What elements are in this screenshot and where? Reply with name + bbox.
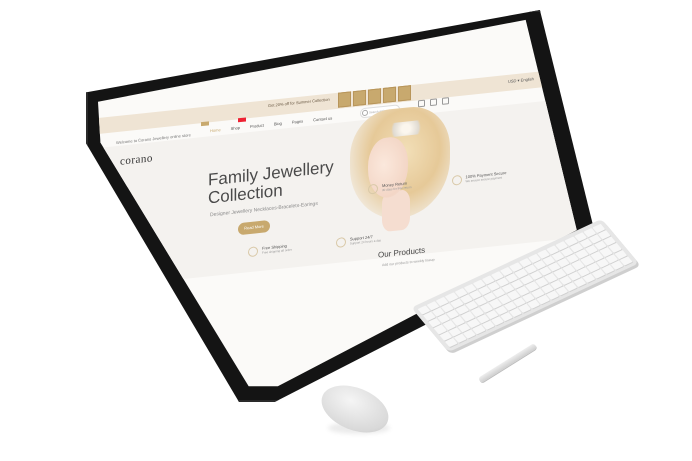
mouse: [314, 376, 396, 442]
plane-icon: [248, 246, 258, 258]
nav-shop[interactable]: Shop: [231, 125, 240, 131]
nav-pages[interactable]: Pages: [292, 118, 303, 124]
countdown-box: [368, 88, 381, 105]
nav-badge-sale: [238, 117, 246, 123]
nav-home[interactable]: Home: [210, 127, 221, 133]
website: Get 20% off for Summer Collection USD ▾ …: [98, 20, 577, 386]
stylus-pen: [478, 343, 538, 384]
keyboard-keys: [417, 223, 633, 348]
nav-badge-new: [201, 121, 209, 127]
countdown-box: [353, 89, 366, 107]
monitor-screen: Get 20% off for Summer Collection USD ▾ …: [98, 19, 577, 387]
countdown-box: [383, 86, 396, 104]
secure-payment-icon: [451, 174, 462, 186]
nav-blog[interactable]: Blog: [274, 121, 282, 127]
countdown-box: [338, 91, 351, 108]
desk-scene: Get 20% off for Summer Collection USD ▾ …: [0, 0, 692, 461]
countdown-box: [398, 85, 411, 102]
support-icon: [335, 236, 346, 248]
money-return-icon: [368, 183, 378, 195]
nav-product[interactable]: Product: [250, 123, 264, 129]
